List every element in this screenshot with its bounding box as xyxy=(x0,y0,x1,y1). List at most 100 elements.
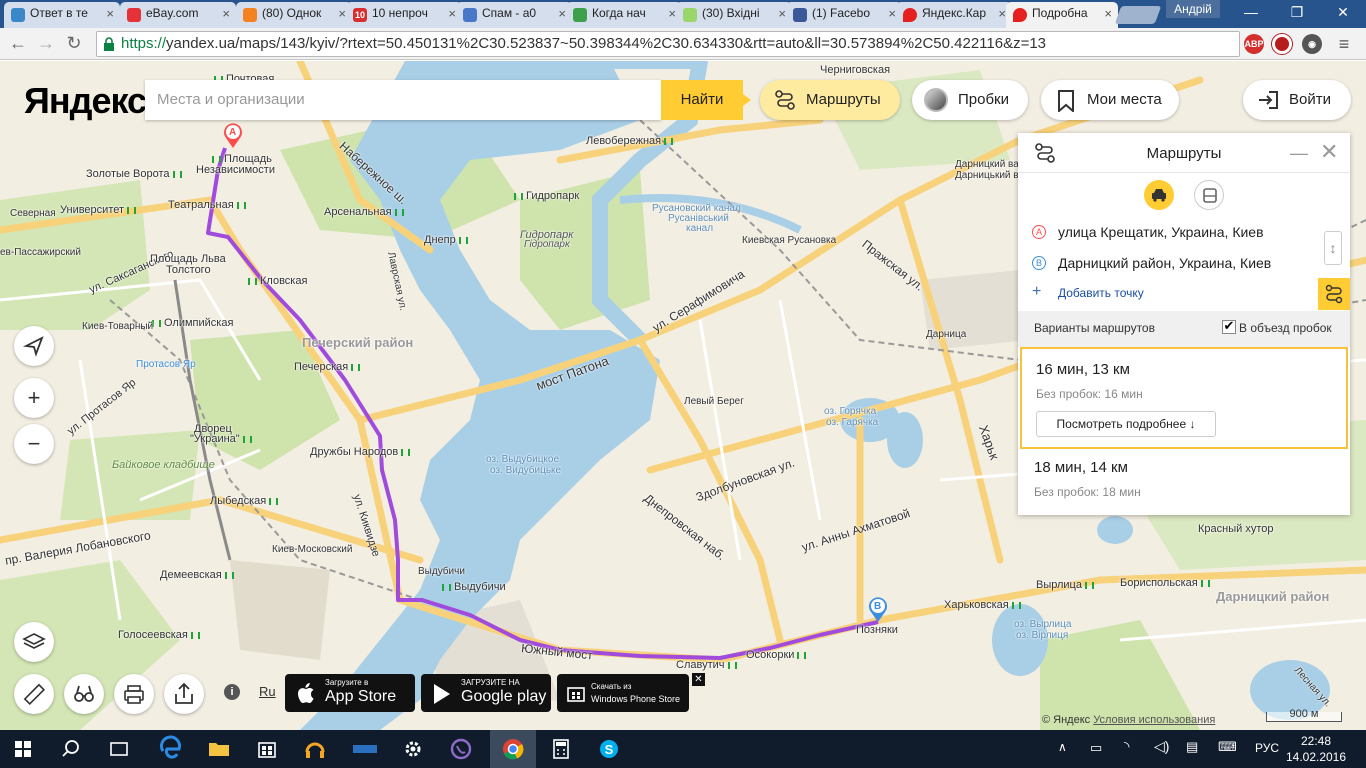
battery-icon[interactable]: ▭ xyxy=(1090,740,1102,756)
minimize-icon[interactable]: — xyxy=(1228,0,1274,26)
locate-button[interactable] xyxy=(14,326,54,366)
browser-tab[interactable]: Когда нач × xyxy=(566,2,682,28)
browser-tab[interactable]: Ответ в те × xyxy=(4,2,120,28)
share-button[interactable] xyxy=(164,674,204,714)
map-label: Толстого xyxy=(166,264,211,276)
search-input[interactable]: Места и организации xyxy=(145,80,661,120)
keyboard-icon[interactable]: ⌨ xyxy=(1218,739,1237,755)
avoid-traffic-checkbox[interactable]: ✔ xyxy=(1222,319,1236,334)
map-label: Выдубичи xyxy=(418,566,465,577)
zoom-out-button[interactable]: − xyxy=(14,424,54,464)
tab-close-icon[interactable]: × xyxy=(106,6,114,21)
avoid-traffic-label[interactable]: В объезд пробок xyxy=(1239,321,1332,335)
tab-close-icon[interactable]: × xyxy=(888,6,896,21)
find-button[interactable]: Найти xyxy=(661,80,751,120)
browser-tab[interactable]: (30) Вхідні × xyxy=(676,2,792,28)
tab-label: Спам - a0 xyxy=(482,6,537,20)
headphones-icon[interactable] xyxy=(300,734,330,764)
route-point-a[interactable]: улица Крещатик, Украина, Киев xyxy=(1058,224,1264,240)
metro-label: Бориспольская xyxy=(1120,577,1213,589)
terms-link[interactable]: Условия использования xyxy=(1093,714,1215,726)
maximize-icon[interactable]: ❐ xyxy=(1274,0,1320,26)
details-button[interactable]: Посмотреть подробнее ↓ xyxy=(1036,411,1216,437)
task-view-icon[interactable] xyxy=(104,734,134,764)
chrome-taskbar-active[interactable] xyxy=(490,730,536,768)
browser-tab[interactable]: Спам - a0 × xyxy=(456,2,572,28)
tab-close-icon[interactable]: × xyxy=(448,6,456,21)
clock[interactable]: 22:48 14.02.2016 xyxy=(1276,733,1356,765)
minimize-panel-icon[interactable]: — xyxy=(1290,143,1308,164)
traffic-button[interactable]: Пробки xyxy=(912,80,1028,120)
point-b-icon: B xyxy=(1032,256,1046,270)
tab-favicon xyxy=(463,8,477,22)
eye-extension-icon[interactable]: ◉ xyxy=(1302,34,1322,54)
extension-icon[interactable] xyxy=(1272,34,1292,54)
browser-tab[interactable]: eBay.com × xyxy=(120,2,236,28)
lock-icon xyxy=(104,37,114,51)
volume-icon[interactable]: ◁) xyxy=(1154,738,1169,755)
search-icon[interactable] xyxy=(56,734,86,764)
tray-expand-icon[interactable]: ∧ xyxy=(1058,740,1067,754)
adblock-icon[interactable]: ABP xyxy=(1244,34,1264,54)
windows-start-icon[interactable] xyxy=(8,734,38,764)
info-icon[interactable]: i xyxy=(224,684,240,700)
close-panel-icon[interactable]: ✕ xyxy=(1320,139,1338,165)
forward-icon[interactable]: → xyxy=(34,32,58,56)
tab-close-icon[interactable]: × xyxy=(998,6,1006,21)
address-bar[interactable]: https://yandex.ua/maps/143/kyiv/?rtext=5… xyxy=(96,31,1240,57)
yandex-logo[interactable]: Яндекс xyxy=(24,80,147,122)
new-tab-button[interactable] xyxy=(1114,6,1162,24)
map-label: Независимости xyxy=(196,164,275,176)
route-settings-button[interactable] xyxy=(1318,278,1350,310)
language-link[interactable]: Ru xyxy=(259,684,276,699)
close-stores-icon[interactable]: ✕ xyxy=(692,673,705,686)
menu-icon[interactable]: ≡ xyxy=(1334,34,1354,54)
route-variant[interactable]: 18 мин, 14 км Без пробок: 18 мин xyxy=(1020,453,1348,509)
my-places-button[interactable]: Мои места xyxy=(1041,80,1179,120)
browser-tab[interactable]: 10 10 непроч × xyxy=(346,2,462,28)
tab-close-icon[interactable]: × xyxy=(558,6,566,21)
browser-tab[interactable]: (1) Facebo × xyxy=(786,2,902,28)
tab-close-icon[interactable]: × xyxy=(668,6,676,21)
windows-store-badge[interactable]: Скачать из Windows Phone Store xyxy=(557,674,689,712)
tab-favicon xyxy=(1013,8,1027,22)
print-button[interactable] xyxy=(114,674,154,714)
close-window-icon[interactable]: ✕ xyxy=(1320,0,1366,26)
route-point-b[interactable]: Дарницкий район, Украина, Киев xyxy=(1058,255,1271,271)
ruler-button[interactable] xyxy=(14,674,54,714)
browser-tab-active[interactable]: Подробна × xyxy=(1006,2,1118,28)
action-center-icon[interactable]: ▤ xyxy=(1186,739,1198,755)
copyright-text: © Яндекс xyxy=(1042,714,1091,726)
folder-icon[interactable] xyxy=(204,734,234,764)
tab-close-icon[interactable]: × xyxy=(778,6,786,21)
add-point-link[interactable]: Добавить точку xyxy=(1058,286,1144,300)
tab-favicon xyxy=(11,8,25,22)
back-icon[interactable]: ← xyxy=(6,32,30,56)
tab-close-icon[interactable]: × xyxy=(222,6,230,21)
viber-icon[interactable] xyxy=(446,734,476,764)
wifi-icon[interactable]: ◝ xyxy=(1124,738,1129,755)
tab-close-icon[interactable]: × xyxy=(1104,6,1112,21)
login-button[interactable]: Войти xyxy=(1243,80,1351,120)
browser-tab[interactable]: (80) Однок × xyxy=(236,2,352,28)
profile-chip[interactable]: Андрій xyxy=(1166,0,1220,18)
lenovo-icon[interactable] xyxy=(350,734,380,764)
settings-gear-icon[interactable] xyxy=(398,734,428,764)
skype-icon[interactable]: S xyxy=(594,734,624,764)
zoom-in-button[interactable]: + xyxy=(14,378,54,418)
store-icon[interactable] xyxy=(252,734,282,764)
route-variant[interactable]: 16 мин, 13 км Без пробок: 16 мин Посмотр… xyxy=(1020,347,1348,449)
edge-icon[interactable] xyxy=(156,734,186,764)
reload-icon[interactable]: ↻ xyxy=(62,32,86,56)
tab-close-icon[interactable]: × xyxy=(338,6,346,21)
layers-button[interactable] xyxy=(14,622,54,662)
swap-points-icon[interactable]: ↕ xyxy=(1324,231,1342,265)
panorama-button[interactable] xyxy=(64,674,104,714)
app-store-badge[interactable]: Загрузите в App Store xyxy=(285,674,415,712)
calculator-icon[interactable] xyxy=(546,734,576,764)
transit-mode-button[interactable] xyxy=(1194,180,1224,210)
routes-button[interactable]: Маршруты xyxy=(760,80,900,120)
google-play-badge[interactable]: ЗАГРУЗИТЕ НА Google play xyxy=(421,674,551,712)
car-mode-button[interactable] xyxy=(1144,180,1174,210)
browser-tab[interactable]: Яндекс.Кар × xyxy=(896,2,1012,28)
